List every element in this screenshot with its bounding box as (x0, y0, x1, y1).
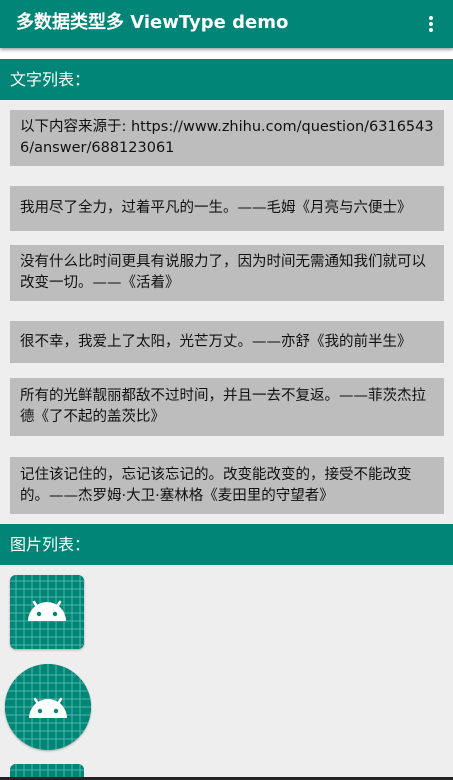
text-list-item[interactable]: 记住该记住的，忘记该忘记的。改变能改变的，接受不能改变的。——杰罗姆·大卫·塞林… (10, 457, 444, 514)
image-list-header-label: 图片列表： (10, 535, 91, 554)
android-launcher-icon (5, 664, 91, 750)
text-list-header-label: 文字列表： (10, 70, 91, 89)
app-title: 多数据类型多 ViewType demo (16, 12, 289, 33)
text-list-item[interactable]: 以下内容来源于: https://www.zhihu.com/question/… (10, 110, 444, 166)
text-list-item[interactable]: 没有什么比时间更具有说服力了，因为时间无需通知我们就可以改变一切。——《活着》 (10, 245, 444, 301)
text-list-item[interactable]: 所有的光鲜靓丽都敌不过时间，并且一去不复返。——菲茨杰拉德《了不起的盖茨比》 (10, 378, 444, 436)
more-options-icon[interactable] (419, 12, 443, 36)
top-spacer (0, 48, 453, 59)
text-list-item-text: 以下内容来源于: https://www.zhihu.com/question/… (20, 119, 434, 156)
image-list-item[interactable] (10, 575, 84, 649)
text-list-item-text: 记住该记住的，忘记该忘记的。改变能改变的，接受不能改变的。——杰罗姆·大卫·塞林… (20, 466, 412, 504)
text-list-item-text: 我用尽了全力，过着平凡的一生。——毛姆《月亮与六便士》 (20, 200, 412, 216)
image-list-header: 图片列表： (0, 524, 453, 565)
image-list-item[interactable] (5, 664, 91, 750)
android-launcher-icon (10, 575, 84, 649)
text-list-header: 文字列表： (0, 59, 453, 100)
text-list-item[interactable]: 我用尽了全力，过着平凡的一生。——毛姆《月亮与六便士》 (10, 186, 444, 231)
text-list-item[interactable]: 很不幸，我爱上了太阳，光芒万丈。——亦舒《我的前半生》 (10, 321, 444, 363)
app-bar: 多数据类型多 ViewType demo (0, 0, 453, 48)
text-list-item-text: 所有的光鲜靓丽都敌不过时间，并且一去不复返。——菲茨杰拉德《了不起的盖茨比》 (20, 388, 426, 425)
text-list-item-text: 很不幸，我爱上了太阳，光芒万丈。——亦舒《我的前半生》 (20, 333, 412, 350)
text-list-item-text: 没有什么比时间更具有说服力了，因为时间无需通知我们就可以改变一切。——《活着》 (20, 254, 426, 291)
